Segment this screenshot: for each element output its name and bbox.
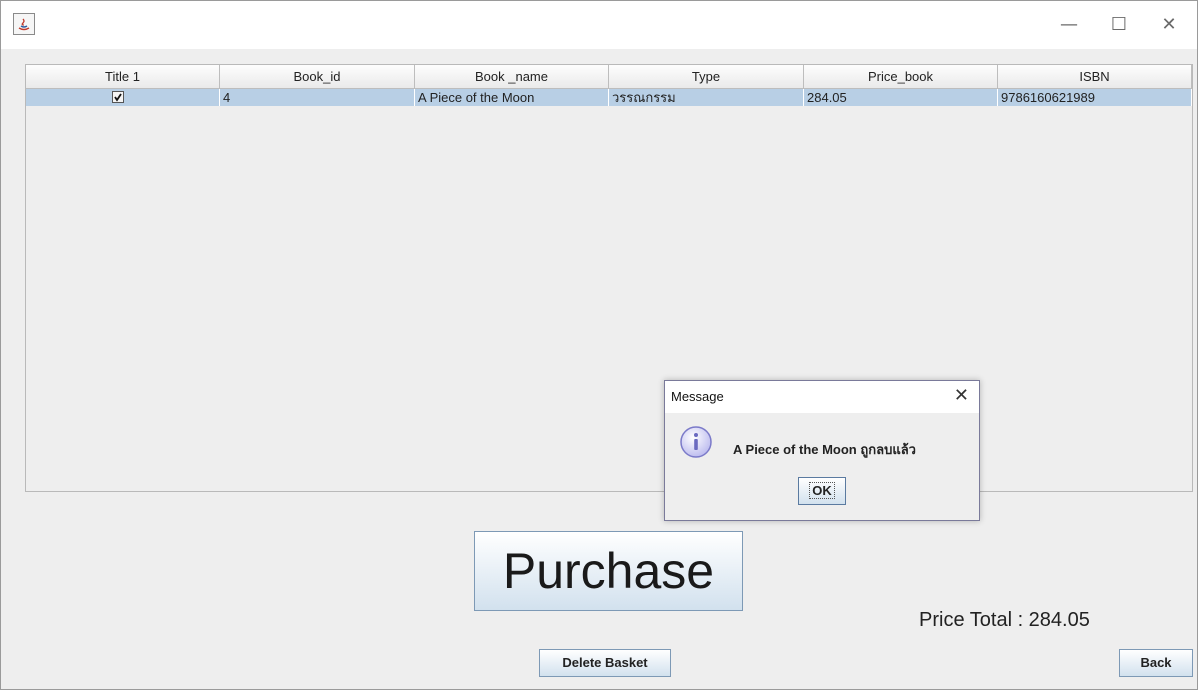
delete-basket-button[interactable]: Delete Basket — [539, 649, 671, 677]
column-header-type[interactable]: Type — [609, 65, 804, 89]
title-cell — [26, 89, 220, 106]
message-dialog: Message ✕ A Piece of the Moon ถูกลบแล้ว … — [664, 380, 980, 521]
column-header-title[interactable]: Title 1 — [26, 65, 220, 89]
column-header-book-name[interactable]: Book _name — [415, 65, 609, 89]
type-cell: วรรณกรรม — [609, 89, 804, 106]
column-header-book-id[interactable]: Book_id — [220, 65, 415, 89]
price-cell: 284.05 — [804, 89, 998, 106]
table-header: Title 1 Book_id Book _name Type Price_bo… — [26, 65, 1192, 89]
column-header-price[interactable]: Price_book — [804, 65, 998, 89]
app-window: — ☐ ✕ Title 1 Book_id Book _name Type Pr… — [0, 0, 1198, 690]
java-app-icon — [13, 13, 35, 35]
back-button[interactable]: Back — [1119, 649, 1193, 677]
title-bar: — ☐ ✕ — [1, 1, 1197, 49]
purchase-button[interactable]: Purchase — [474, 531, 743, 611]
minimize-button[interactable]: — — [1049, 15, 1089, 39]
ok-button[interactable]: OK — [798, 477, 846, 505]
book-id-cell: 4 — [220, 89, 415, 106]
isbn-cell: 9786160621989 — [998, 89, 1192, 106]
checkmark-icon — [114, 93, 122, 102]
column-header-isbn[interactable]: ISBN — [998, 65, 1192, 89]
basket-table[interactable]: Title 1 Book_id Book _name Type Price_bo… — [25, 64, 1193, 492]
ok-label: OK — [809, 482, 835, 499]
dialog-message: A Piece of the Moon ถูกลบแล้ว — [733, 442, 916, 457]
maximize-button[interactable]: ☐ — [1099, 15, 1139, 39]
info-icon — [680, 426, 712, 458]
dialog-title-bar: Message ✕ — [665, 381, 979, 413]
dialog-close-button[interactable]: ✕ — [954, 386, 969, 406]
book-name-cell: A Piece of the Moon — [415, 89, 609, 106]
close-window-button[interactable]: ✕ — [1149, 15, 1189, 39]
row-checkbox[interactable] — [112, 91, 124, 103]
dialog-title: Message — [671, 389, 724, 404]
table-row[interactable]: 4 A Piece of the Moon วรรณกรรม 284.05 97… — [26, 89, 1192, 106]
price-total-label: Price Total : 284.05 — [919, 609, 1090, 631]
